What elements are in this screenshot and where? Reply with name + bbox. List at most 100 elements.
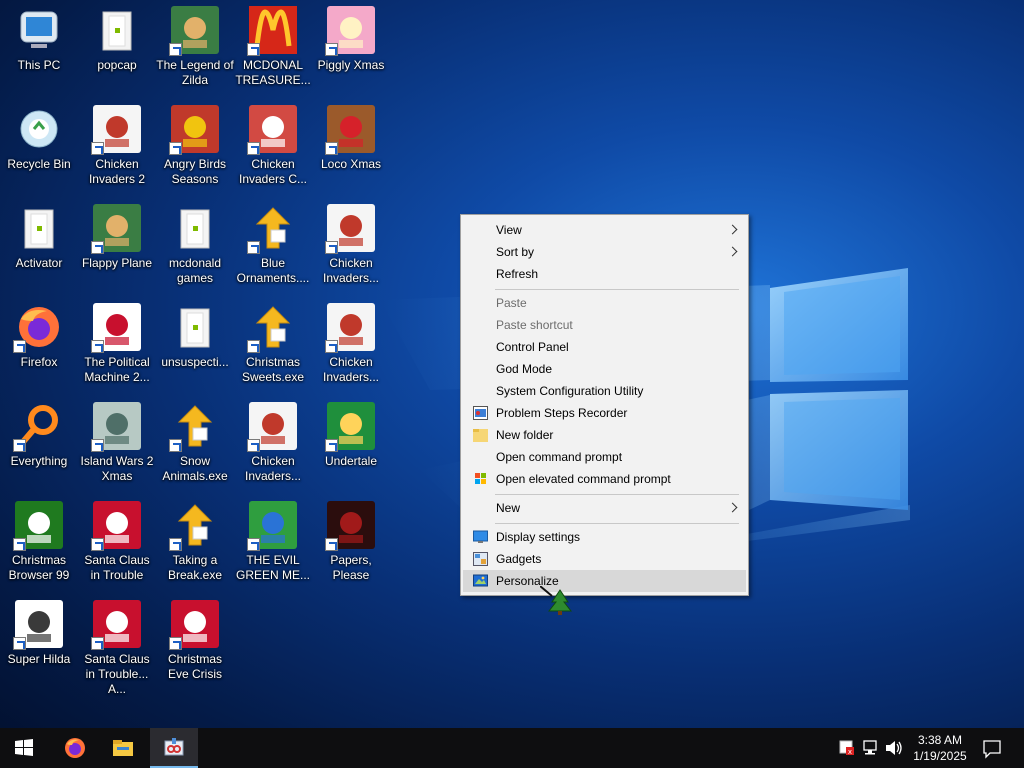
santa-icon xyxy=(169,600,219,650)
menu-item-view[interactable]: View xyxy=(463,219,746,241)
desktop-icon-label: The Legend of Zilda xyxy=(156,58,234,87)
desktop-icon[interactable]: Taking a Break.exe xyxy=(156,501,234,583)
desktop-icon[interactable]: Everything xyxy=(0,402,78,469)
file-explorer-icon xyxy=(113,740,133,756)
desktop-icon-label: Island Wars 2 Xmas xyxy=(80,454,154,483)
desktop-icon[interactable]: Snow Animals.exe xyxy=(156,402,234,484)
menu-item-personalize[interactable]: Personalize xyxy=(463,570,746,592)
game-icon xyxy=(91,204,141,254)
file-icon xyxy=(15,204,63,252)
desktop-icon-label: THE EVIL GREEN ME... xyxy=(235,553,310,582)
desktop-icon[interactable]: Chicken Invaders 2 xyxy=(78,105,156,187)
puzzle-icon xyxy=(247,303,297,353)
menu-label: New xyxy=(496,501,521,515)
firefox-icon xyxy=(13,303,63,353)
menu-label: Gadgets xyxy=(496,552,542,566)
desktop-icon[interactable]: Angry Birds Seasons xyxy=(156,105,234,187)
desktop-icon[interactable]: Recycle Bin xyxy=(0,105,78,172)
desktop-icon[interactable]: Chicken Invaders C... xyxy=(234,105,312,187)
desktop-icon[interactable]: MCDONAL TREASURE... xyxy=(234,6,312,88)
menu-item-open-elevated-command-prompt[interactable]: Open elevated command prompt xyxy=(463,468,746,490)
desktop-icon[interactable]: The Political Machine 2... xyxy=(78,303,156,385)
papers-please-icon xyxy=(325,501,375,551)
desktop-icon[interactable]: popcap xyxy=(78,6,156,73)
menu-label: Open command prompt xyxy=(496,450,623,464)
security-warning-icon[interactable]: x xyxy=(838,728,856,768)
desktop-icon[interactable]: Activator xyxy=(0,204,78,271)
menu-item-sort-by[interactable]: Sort by xyxy=(463,241,746,263)
desktop-icon[interactable]: Undertale xyxy=(312,402,390,469)
volume-icon[interactable] xyxy=(884,728,904,768)
desktop-icon[interactable]: Chicken Invaders... xyxy=(234,402,312,484)
shortcut-arrow-icon xyxy=(169,142,182,155)
menu-item-new-folder[interactable]: New folder xyxy=(463,424,746,446)
desktop-icon-label: Chicken Invaders... xyxy=(322,355,380,384)
desktop-icon[interactable]: Chicken Invaders... xyxy=(312,303,390,385)
desktop-icon[interactable]: mcdonald games xyxy=(156,204,234,286)
windows-start-icon xyxy=(15,739,33,756)
network-icon[interactable] xyxy=(862,728,880,768)
menu-item-control-panel[interactable]: Control Panel xyxy=(463,336,746,358)
menu-label: Problem Steps Recorder xyxy=(496,406,628,420)
desktop-icon[interactable]: Island Wars 2 Xmas xyxy=(78,402,156,484)
menu-item-refresh[interactable]: Refresh xyxy=(463,263,746,285)
desktop-icon[interactable]: Loco Xmas xyxy=(312,105,390,172)
taskbar: x 3:38 AM 1/19/2025 xyxy=(0,728,1024,768)
desktop-icon[interactable]: Super Hilda xyxy=(0,600,78,667)
desktop-icon[interactable]: Papers, Please xyxy=(312,501,390,583)
shortcut-arrow-icon xyxy=(13,439,26,452)
chicken-icon xyxy=(325,303,375,353)
menu-item-display-settings[interactable]: Display settings xyxy=(463,526,746,548)
desktop-icon[interactable]: Flappy Plane xyxy=(78,204,156,271)
desktop-icon-label: MCDONAL TREASURE... xyxy=(235,58,311,87)
tree-icon xyxy=(13,501,63,551)
start-button[interactable] xyxy=(0,728,48,768)
shortcut-arrow-icon xyxy=(247,43,260,56)
christmas-tree-cursor-icon xyxy=(540,586,573,615)
menu-separator xyxy=(495,494,739,495)
desktop-icon[interactable]: Christmas Browser 99 xyxy=(0,501,78,583)
desktop-icon[interactable]: Christmas Eve Crisis xyxy=(156,600,234,682)
chicken-icon xyxy=(247,402,297,452)
shortcut-arrow-icon xyxy=(91,439,104,452)
menu-item-problem-steps-recorder[interactable]: Problem Steps Recorder xyxy=(463,402,746,424)
desktop-icon-label: Super Hilda xyxy=(7,652,71,666)
desktop-icon[interactable]: unsuspecti... xyxy=(156,303,234,370)
desktop-icon[interactable]: This PC xyxy=(0,6,78,73)
desktop-icon-label: Christmas Eve Crisis xyxy=(167,652,222,681)
desktop-icon[interactable]: Piggly Xmas xyxy=(312,6,390,73)
shortcut-arrow-icon xyxy=(325,340,338,353)
menu-item-new[interactable]: New xyxy=(463,497,746,519)
menu-label: New folder xyxy=(496,428,554,442)
shortcut-arrow-icon xyxy=(13,637,26,650)
menu-item-gadgets[interactable]: Gadgets xyxy=(463,548,746,570)
shortcut-arrow-icon xyxy=(91,241,104,254)
desktop-icon-label: Chicken Invaders 2 xyxy=(88,157,146,186)
shortcut-arrow-icon xyxy=(247,538,260,551)
taskbar-snipping-tool-button[interactable] xyxy=(150,728,198,768)
desktop-icon-label: Blue Ornaments.... xyxy=(236,256,310,285)
chicken-icon xyxy=(91,105,141,155)
desktop-icon[interactable]: Blue Ornaments.... xyxy=(234,204,312,286)
menu-item-system-configuration[interactable]: System Configuration Utility xyxy=(463,380,746,402)
messenger-icon xyxy=(247,501,297,551)
taskbar-firefox-button[interactable] xyxy=(51,728,99,768)
desktop-icon-label: Piggly Xmas xyxy=(317,58,385,72)
taskbar-file-explorer-button[interactable] xyxy=(99,728,147,768)
desktop-icon-label: Angry Birds Seasons xyxy=(163,157,227,186)
desktop-icon[interactable]: Firefox xyxy=(0,303,78,370)
desktop-icon-label: Recycle Bin xyxy=(7,157,71,171)
menu-label: View xyxy=(496,223,522,237)
desktop-icon-label: This PC xyxy=(17,58,61,72)
menu-item-open-command-prompt[interactable]: Open command prompt xyxy=(463,446,746,468)
menu-label: Sort by xyxy=(496,245,535,259)
menu-item-god-mode[interactable]: God Mode xyxy=(463,358,746,380)
desktop-icon[interactable]: Santa Claus in Trouble xyxy=(78,501,156,583)
taskbar-clock[interactable]: 3:38 AM 1/19/2025 xyxy=(906,732,974,764)
desktop-icon[interactable]: Christmas Sweets.exe xyxy=(234,303,312,385)
desktop-icon[interactable]: THE EVIL GREEN ME... xyxy=(234,501,312,583)
desktop-icon[interactable]: Chicken Invaders... xyxy=(312,204,390,286)
action-center-icon[interactable] xyxy=(982,728,1002,768)
desktop-icon[interactable]: Santa Claus in Trouble... A... xyxy=(78,600,156,697)
desktop-icon[interactable]: The Legend of Zilda xyxy=(156,6,234,88)
